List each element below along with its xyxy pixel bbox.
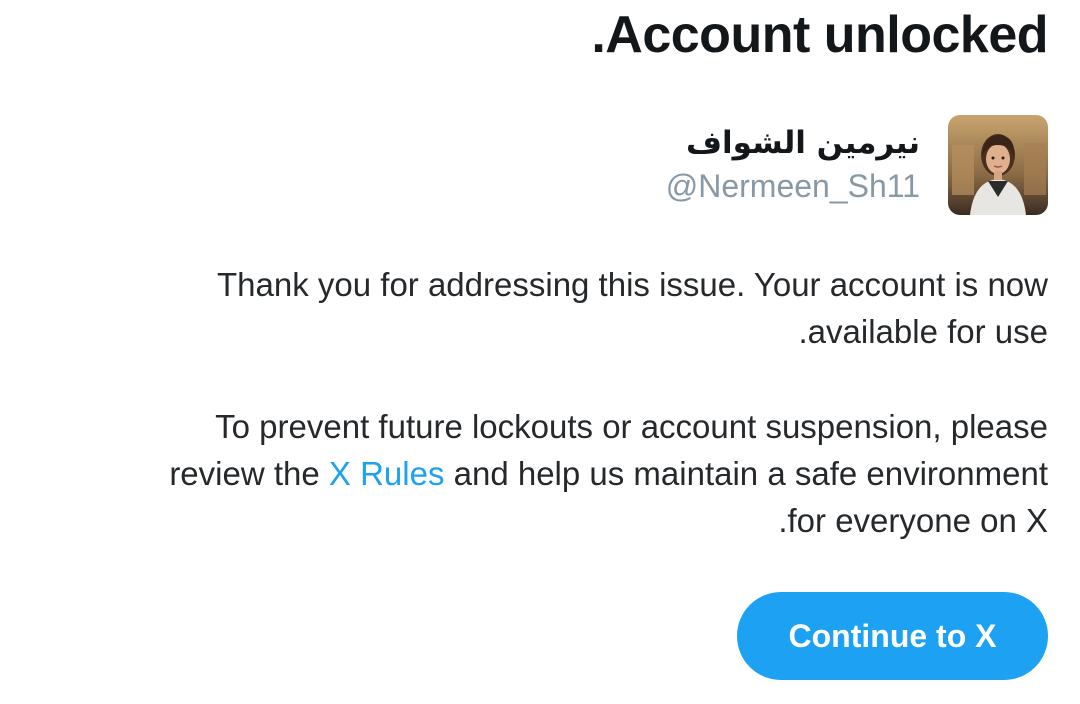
profile-names: نيرمين الشواف @Nermeen_Sh11 [666,122,920,208]
profile-row: نيرمين الشواف @Nermeen_Sh11 [666,114,1048,216]
message-text: and help us maintain a safe environment [444,455,1048,492]
message-line: .available for use [798,313,1048,350]
display-name: نيرمين الشواف [686,125,920,161]
avatar [948,115,1048,215]
rules-message: To prevent future lockouts or account su… [169,403,1048,544]
message-line: To prevent future lockouts or account su… [215,408,1048,445]
continue-button[interactable]: Continue to X [737,592,1048,680]
x-rules-link[interactable]: X Rules [329,455,445,492]
message-line: Thank you for addressing this issue. You… [217,266,1048,303]
avatar-image [948,115,1048,215]
user-handle: @Nermeen_Sh11 [665,168,920,204]
message-text: review the [169,455,329,492]
account-unlocked-dialog: .Account unlocked نيرمين الشواف @Nermeen… [0,0,1080,704]
message-line-with-link: review the X Rules and help us maintain … [169,450,1048,497]
page-title: .Account unlocked [591,6,1048,64]
message-line: .for everyone on X [778,502,1048,539]
unlock-message: Thank you for addressing this issue. You… [217,261,1048,355]
